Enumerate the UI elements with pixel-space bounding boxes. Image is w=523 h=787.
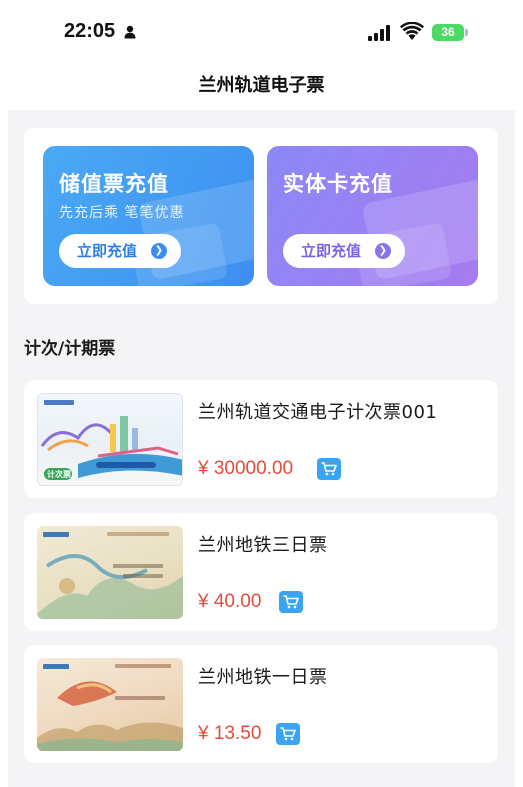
recharge-button-label: 立即充值 [77,242,138,260]
stored-value-recharge-button[interactable]: 立即充值 ❯ [59,234,181,268]
physical-card-recharge-card[interactable]: 实体卡充值 立即充值 ❯ [267,146,478,286]
status-time: 22:05 [64,20,116,42]
ticket-item[interactable]: 兰州地铁一日票 ¥ 13.50 [24,645,498,763]
person-icon [124,24,136,43]
physical-card-recharge-button[interactable]: 立即充值 ❯ [283,234,405,268]
stored-value-subtitle: 先充后乘 笔笔优惠 [59,205,185,221]
battery-tip-icon [465,29,468,36]
ticket-item[interactable]: 计次票 兰州轨道交通电子计次票001 ¥ 30000.00 [24,380,498,498]
add-to-cart-button[interactable] [276,723,300,745]
recharge-button-label: 立即充值 [301,242,362,260]
cart-icon [280,727,296,741]
page-title: 兰州轨道电子票 [198,75,325,96]
battery-indicator: 36 [432,24,464,41]
ticket-badge: 计次票 [47,470,71,479]
add-to-cart-button[interactable] [279,591,303,613]
status-bar: 22:05 36 [0,0,523,62]
ticket-image: 计次票 [37,393,183,486]
cart-icon [283,595,299,609]
ticket-image [37,658,183,751]
physical-card-title: 实体卡充值 [283,172,393,196]
signal-icon [368,25,392,45]
cart-icon [321,462,337,476]
wifi-icon [400,21,424,45]
chevron-right-icon: ❯ [151,243,167,259]
ticket-price: ¥ 30000.00 [198,458,294,479]
add-to-cart-button[interactable] [317,458,341,480]
ticket-name: 兰州地铁一日票 [198,667,328,688]
ticket-image [37,526,183,619]
ticket-item[interactable]: 兰州地铁三日票 ¥ 40.00 [24,513,498,631]
stored-value-title: 储值票充值 [59,172,169,196]
ticket-name: 兰州地铁三日票 [198,535,328,556]
section-title: 计次/计期票 [24,339,116,359]
ticket-price: ¥ 40.00 [198,591,262,612]
stored-value-recharge-card[interactable]: 储值票充值 先充后乘 笔笔优惠 立即充值 ❯ [43,146,254,286]
ticket-name: 兰州轨道交通电子计次票001 [198,402,438,423]
chevron-right-icon: ❯ [375,243,391,259]
ticket-price: ¥ 13.50 [198,723,262,744]
